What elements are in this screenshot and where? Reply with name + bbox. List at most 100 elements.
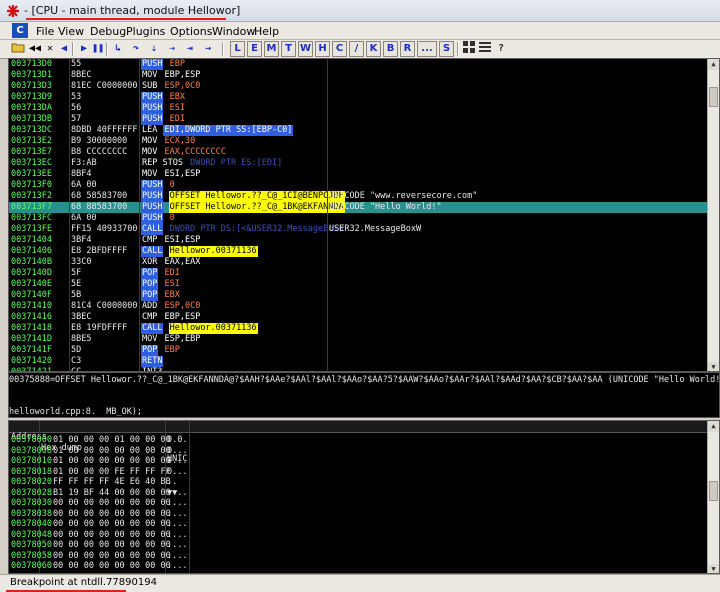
disassembly-row[interactable]: 003713D1 8BEC MOV EBP,ESP — [9, 70, 709, 81]
dump-row[interactable]: 00378050 00 00 00 00 00 00 00 00.... — [9, 540, 709, 551]
instruction-opcode: POP — [141, 290, 159, 301]
cpu-window-icon[interactable]: C — [12, 23, 28, 38]
disassembly-row[interactable]: 0037140D 5F POP EDI — [9, 268, 709, 279]
dump-unicode-text: 0... — [167, 456, 188, 466]
help-icon[interactable]: ? — [494, 41, 508, 57]
disassembly-row[interactable]: 0037140E 5E POP ESI — [9, 279, 709, 290]
disassembly-row[interactable]: 00371406 E8 2BFDFFFF CALL Hellowor.0037113… — [9, 246, 709, 257]
disassembly-row[interactable]: 003713EE 8BF4 MOV ESI,ESP — [9, 169, 709, 180]
source-button[interactable]: S — [439, 41, 454, 57]
go-to-icon[interactable]: → — [200, 41, 216, 57]
menu-view[interactable]: View — [58, 25, 84, 38]
disassembly-row[interactable]: 00371416 3BEC CMP EBP,ESP — [9, 312, 709, 323]
disassembly-row[interactable]: 003713E7 B8 CCCCCCCC MOV EAX,CCCCCCCC — [9, 147, 709, 158]
disassembly-row[interactable]: 003713DB 57 PUSH EDI — [9, 114, 709, 125]
disassembly-row[interactable]: 003713F0 6A 00 PUSH 0 — [9, 180, 709, 191]
disassembly-row[interactable]: 0037141D 8BE5 MOV ESP,EBP — [9, 334, 709, 345]
scroll-down-icon[interactable]: ▼ — [708, 564, 719, 573]
instruction-opcode: CALL — [141, 246, 164, 257]
grid-view-icon[interactable] — [462, 41, 476, 57]
restart-icon[interactable]: ◀ — [58, 41, 70, 57]
scroll-thumb[interactable] — [709, 481, 718, 501]
disassembly-row[interactable]: 003713DC 8DBD 40FFFFFF LEA EDI,DWORD PTR S… — [9, 125, 709, 136]
list-view-icon[interactable] — [478, 41, 492, 57]
title-bar[interactable]: - [CPU - main thread, module Hellowor] — [0, 0, 720, 22]
instruction-opcode: PUSH — [141, 103, 164, 114]
windows-button[interactable]: W — [298, 41, 313, 57]
disassembly-row[interactable]: 003713F2 68 58583700 PUSH OFFSET Hellowor.… — [9, 191, 709, 202]
memory-button[interactable]: M — [264, 41, 279, 57]
dump-row[interactable]: 00378048 00 00 00 00 00 00 00 00.... — [9, 530, 709, 541]
dump-row[interactable]: 00378018 01 00 00 00 FE FF FF FF 0... — [9, 467, 709, 478]
run-icon[interactable]: ▶ — [78, 41, 90, 57]
threads-button[interactable]: T — [281, 41, 296, 57]
dump-row[interactable]: 00378030 00 00 00 00 00 00 00 00.... — [9, 498, 709, 509]
menu-bar: C File View Debug Plugins Options Window… — [0, 22, 720, 40]
instruction-bytes: 57 — [71, 114, 82, 124]
scroll-down-icon[interactable]: ▼ — [708, 362, 719, 371]
dump-row[interactable]: 00378040 00 00 00 00 00 00 00 00.... — [9, 519, 709, 530]
dump-row[interactable]: 00378038 00 00 00 00 00 00 00 00.... — [9, 509, 709, 520]
log-window-button[interactable]: L — [230, 41, 245, 57]
scroll-up-icon[interactable]: ▲ — [708, 59, 719, 70]
disassembly-row[interactable]: 00371410 81C4 C0000000 ADD ESP,0C0 — [9, 301, 709, 312]
disassembly-row[interactable]: 00371418 E8 19FDFFFF CALL Hellowor.0037113… — [9, 323, 709, 334]
modules-button[interactable]: E — [247, 41, 262, 57]
disassembly-row[interactable]: 003713FE FF15 40933700 CALL DWORD PTR DS:[… — [9, 224, 709, 235]
handles-button[interactable]: H — [315, 41, 330, 57]
menu-debug[interactable]: Debug — [90, 25, 126, 38]
cpu-button[interactable]: C — [332, 41, 347, 57]
execute-till-return-icon[interactable]: ⇥ — [182, 41, 198, 57]
disassembly-row[interactable]: 00371404 3BF4 CMP ESI,ESP — [9, 235, 709, 246]
scroll-thumb[interactable] — [709, 87, 718, 107]
close-icon[interactable]: ✕ — [44, 41, 56, 57]
disassembly-row[interactable]: 0037140F 5B POP EBX — [9, 290, 709, 301]
rewind-icon[interactable]: ◀◀ — [28, 41, 42, 57]
dump-row[interactable]: 00378010 01 00 00 00 00 00 00 00 0... — [9, 456, 709, 467]
instruction-opcode: POP — [141, 279, 159, 290]
instruction-address: 003713D1 — [11, 70, 52, 80]
disassembly-pane[interactable]: 003713D0 55 PUSH EBP 003713D1 8BEC MOV EBP,ES… — [8, 58, 720, 372]
breakpoints-button[interactable]: B — [383, 41, 398, 57]
menu-file[interactable]: File — [36, 25, 54, 38]
menu-help[interactable]: Help — [254, 25, 279, 38]
disassembly-row[interactable]: 003713D0 55 PUSH EBP — [9, 59, 709, 70]
patches-button[interactable]: / — [349, 41, 364, 57]
disassembly-scrollbar[interactable]: ▲ ▼ — [707, 59, 719, 371]
open-icon[interactable] — [10, 41, 26, 57]
trace-over-icon[interactable]: ⇢ — [164, 41, 180, 57]
disassembly-row[interactable]: 00371420 C3 RETN — [9, 356, 709, 367]
dump-row[interactable]: 00378060 00 00 00 00 00 00 00 00.... — [9, 561, 709, 572]
dump-address: 00378038 — [11, 508, 52, 519]
dump-scrollbar[interactable]: ▲ ▼ — [707, 421, 719, 573]
disassembly-row[interactable]: 003713EC F3:AB REP STOS DWORD PTR ES:[EDI] — [9, 158, 709, 169]
disassembly-row[interactable]: 0037141F 5D POP EBP — [9, 345, 709, 356]
disassembly-row[interactable]: 003713DA 56 PUSH ESI — [9, 103, 709, 114]
disassembly-row[interactable]: 003713FC 6A 00 PUSH 0 — [9, 213, 709, 224]
disassembly-row[interactable]: 003713E2 B9 30000000 MOV ECX,30 — [9, 136, 709, 147]
disassembly-row[interactable]: 003713F7 68 88583700 PUSH OFFSET Hellowor.… — [9, 202, 709, 213]
dump-row[interactable]: 00378058 00 00 00 00 00 00 00 00.... — [9, 551, 709, 562]
dump-row[interactable]: 00378028 B1 19 BF 44 00 00 00 00 ▼▼.. — [9, 488, 709, 499]
column-separator — [139, 59, 140, 371]
dump-row[interactable]: 00378008 01 00 00 00 00 00 00 00 0... — [9, 446, 709, 457]
menu-options[interactable]: Options — [170, 25, 212, 38]
dump-pane[interactable]: Address Hex dump UNIC 00378000 01 00 00 0… — [8, 420, 720, 574]
disassembly-row[interactable]: 003713D9 53 PUSH EBX — [9, 92, 709, 103]
call-stack-button[interactable]: K — [366, 41, 381, 57]
disassembly-row[interactable]: 0037140B 33C0 XOR EAX,EAX — [9, 257, 709, 268]
scroll-up-icon[interactable]: ▲ — [708, 421, 719, 432]
dump-address: 00378050 — [11, 540, 52, 550]
menu-plugins[interactable]: Plugins — [126, 25, 165, 38]
trace-into-icon[interactable]: ⇣ — [146, 41, 162, 57]
instruction-bytes: 55 — [71, 59, 82, 69]
step-into-icon[interactable]: ↳ — [110, 41, 126, 57]
references-button[interactable]: R — [400, 41, 415, 57]
step-over-icon[interactable]: ↷ — [128, 41, 144, 57]
dump-row[interactable]: 00378000 01 00 00 00 01 00 00 00 0.0. — [9, 435, 709, 446]
dump-row[interactable]: 00378020 FF FF FF FF 4E E6 40 BB.. — [9, 477, 709, 488]
menu-window[interactable]: Window — [212, 25, 255, 38]
pause-icon[interactable]: ❚❚ — [92, 41, 104, 57]
disassembly-row[interactable]: 003713D3 81EC C0000000 SUB ESP,0C0 — [9, 81, 709, 92]
run-trace-button[interactable]: ... — [417, 41, 437, 57]
